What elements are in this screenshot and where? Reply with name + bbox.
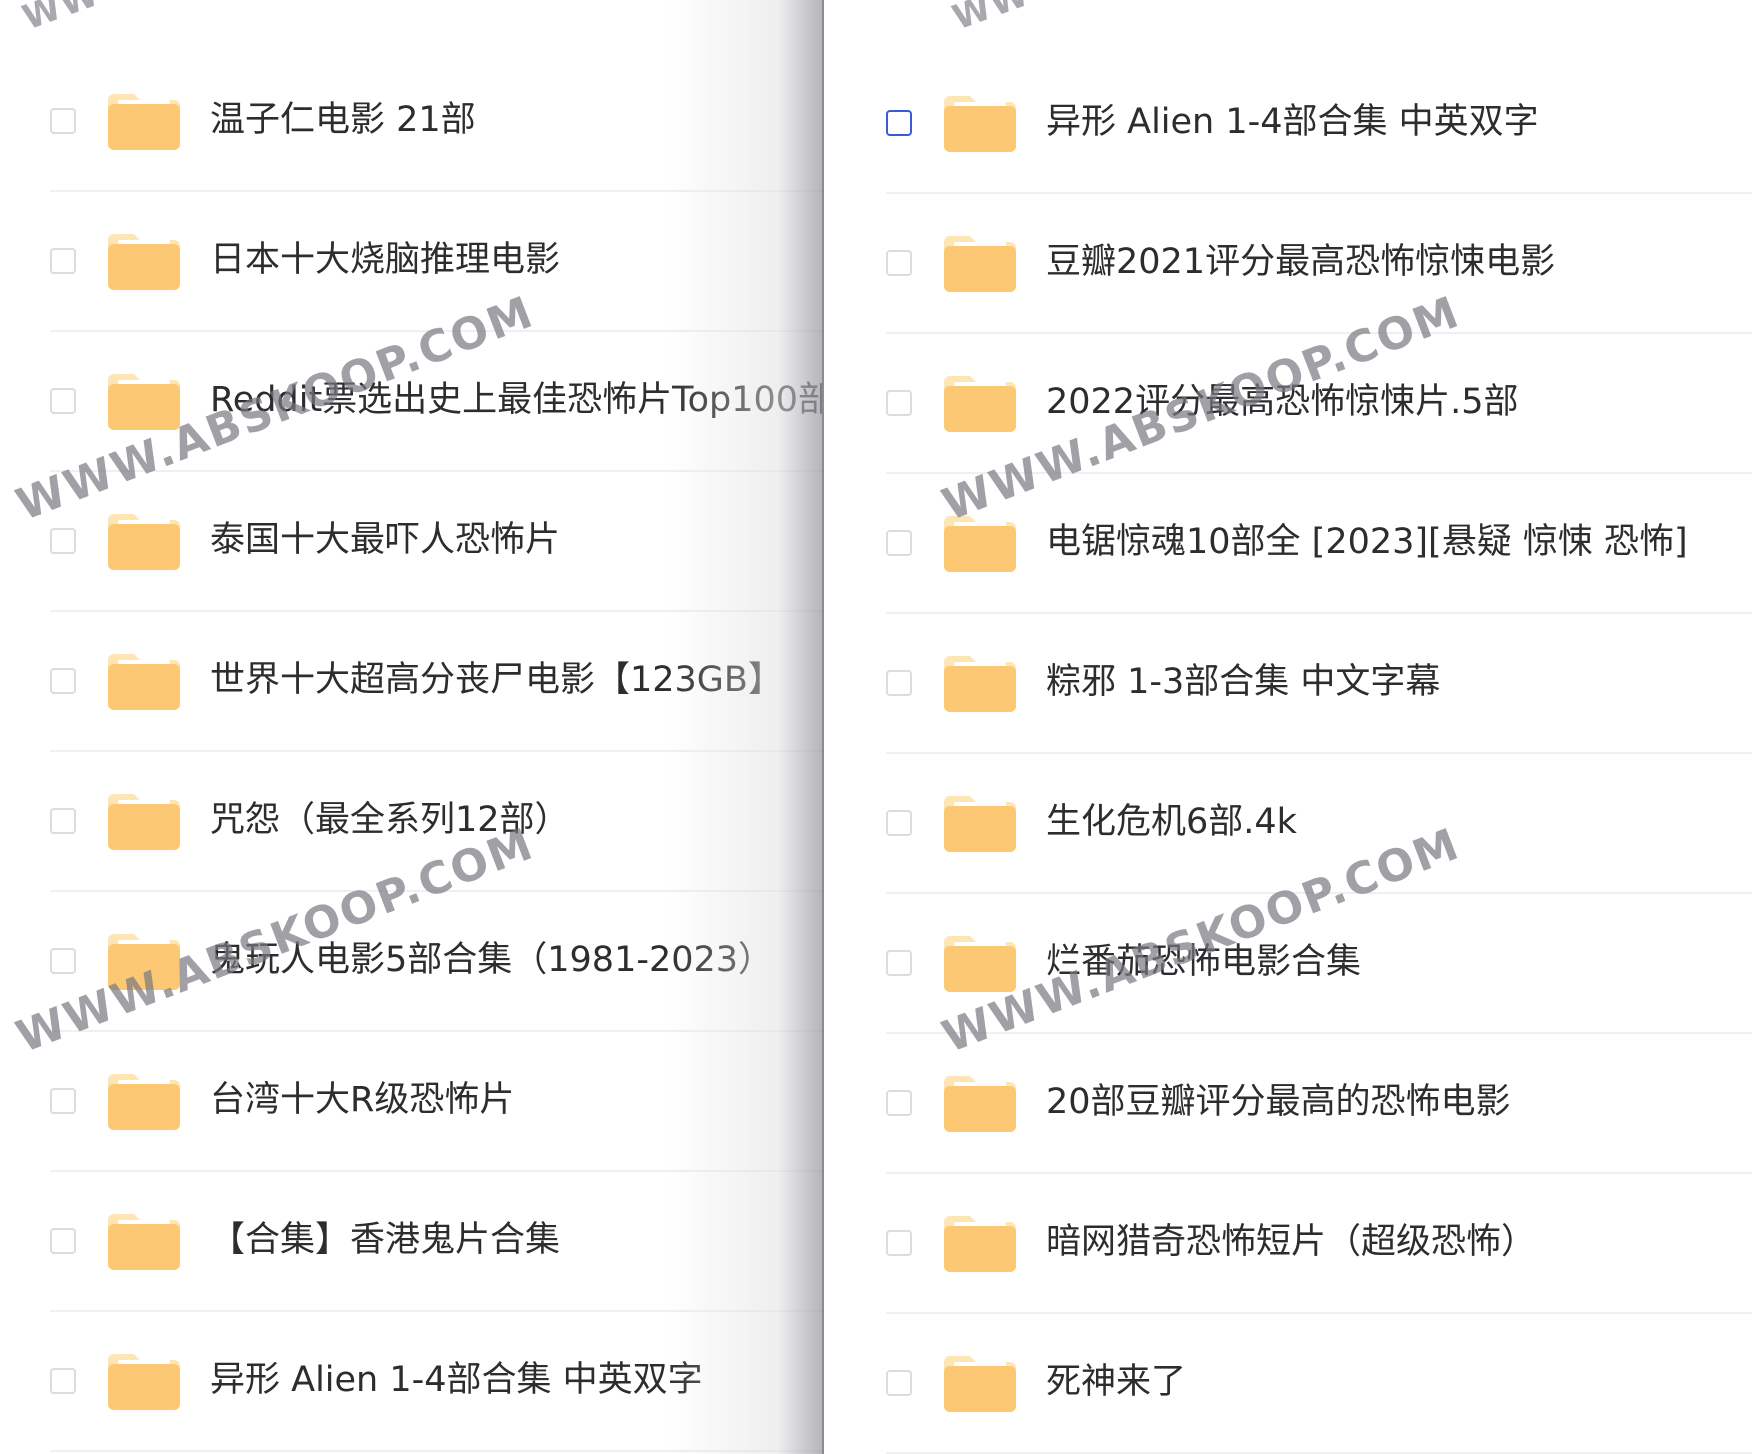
folder-name[interactable]: 烂番茄恐怖电影合集 bbox=[1046, 942, 1361, 982]
row-checkbox[interactable] bbox=[886, 390, 912, 416]
file-row[interactable]: 豆瓣2021评分最高恐怖惊悚电影 bbox=[824, 194, 1752, 334]
folder-name[interactable]: 异形 Alien 1-4部合集 中英双字 bbox=[1046, 102, 1539, 142]
row-checkbox[interactable] bbox=[50, 948, 76, 974]
row-checkbox[interactable] bbox=[50, 808, 76, 834]
folder-icon bbox=[944, 650, 1016, 714]
folder-name[interactable]: 鬼玩人电影5部合集（1981-2023） bbox=[210, 940, 773, 980]
folder-name[interactable]: 世界十大超高分丧尸电影【123GB】 bbox=[210, 660, 783, 700]
file-row[interactable]: 异形 Alien 1-4部合集 中英双字 bbox=[824, 54, 1752, 194]
row-checkbox[interactable] bbox=[886, 530, 912, 556]
folder-name[interactable]: 温子仁电影 21部 bbox=[210, 100, 476, 140]
folder-name[interactable]: 日本十大烧脑推理电影 bbox=[210, 240, 560, 280]
screenshot-stage: WW 温子仁电影 21部日本十大烧脑推理电影 Reddit票选出史上最佳恐怖片To… bbox=[0, 0, 1752, 1454]
folder-name[interactable]: 泰国十大最吓人恐怖片 bbox=[210, 520, 560, 560]
folder-icon bbox=[108, 368, 180, 432]
folder-icon bbox=[108, 1208, 180, 1272]
row-checkbox[interactable] bbox=[50, 1368, 76, 1394]
file-row[interactable]: 2022评分最高恐怖惊悚片.5部 bbox=[824, 334, 1752, 474]
folder-icon bbox=[108, 648, 180, 712]
folder-name[interactable]: 2022评分最高恐怖惊悚片.5部 bbox=[1046, 382, 1518, 422]
folder-icon bbox=[108, 928, 180, 992]
folder-icon bbox=[108, 228, 180, 292]
row-checkbox[interactable] bbox=[886, 950, 912, 976]
folder-icon bbox=[108, 788, 180, 852]
file-row[interactable]: 温子仁电影 21部 bbox=[0, 52, 826, 192]
row-checkbox[interactable] bbox=[50, 1228, 76, 1254]
folder-icon bbox=[944, 790, 1016, 854]
folder-name[interactable]: 暗网猎奇恐怖短片（超级恐怖） bbox=[1046, 1222, 1536, 1262]
folder-name[interactable]: 咒怨（最全系列12部） bbox=[210, 800, 570, 840]
folder-icon bbox=[108, 1068, 180, 1132]
folder-name[interactable]: 豆瓣2021评分最高恐怖惊悚电影 bbox=[1046, 242, 1555, 282]
row-divider bbox=[50, 1450, 826, 1452]
row-checkbox[interactable] bbox=[886, 810, 912, 836]
right-file-list: WW 异形 Alien 1-4部合集 中英双字 豆瓣2021评分最高恐怖惊悚电影 2… bbox=[824, 0, 1752, 1454]
row-checkbox[interactable] bbox=[50, 248, 76, 274]
folder-icon bbox=[108, 508, 180, 572]
file-row[interactable]: 咒怨（最全系列12部） bbox=[0, 752, 826, 892]
row-checkbox[interactable] bbox=[50, 108, 76, 134]
folder-icon bbox=[944, 90, 1016, 154]
file-row[interactable]: 死神来了 bbox=[824, 1314, 1752, 1454]
folder-name[interactable]: 台湾十大R级恐怖片 bbox=[210, 1080, 514, 1120]
folder-name[interactable]: 粽邪 1-3部合集 中文字幕 bbox=[1046, 662, 1440, 702]
row-checkbox[interactable] bbox=[50, 668, 76, 694]
folder-name[interactable]: Reddit票选出史上最佳恐怖片Top100部 bbox=[210, 380, 826, 420]
folder-name[interactable]: 电锯惊魂10部全 [2023][悬疑 惊悚 恐怖] bbox=[1046, 522, 1688, 562]
folder-icon bbox=[944, 930, 1016, 994]
row-checkbox[interactable] bbox=[886, 1090, 912, 1116]
folder-icon bbox=[944, 230, 1016, 294]
folder-name[interactable]: 异形 Alien 1-4部合集 中英双字 bbox=[210, 1360, 703, 1400]
folder-icon bbox=[944, 1210, 1016, 1274]
folder-icon bbox=[108, 88, 180, 152]
folder-name[interactable]: 生化危机6部.4k bbox=[1046, 802, 1297, 842]
folder-icon bbox=[944, 370, 1016, 434]
file-row[interactable]: 烂番茄恐怖电影合集 bbox=[824, 894, 1752, 1034]
row-checkbox[interactable] bbox=[50, 1088, 76, 1114]
file-row[interactable]: 生化危机6部.4k bbox=[824, 754, 1752, 894]
row-checkbox[interactable] bbox=[886, 670, 912, 696]
file-row[interactable]: 日本十大烧脑推理电影 bbox=[0, 192, 826, 332]
left-file-list: WW 温子仁电影 21部日本十大烧脑推理电影 Reddit票选出史上最佳恐怖片To… bbox=[0, 0, 826, 1454]
folder-icon bbox=[108, 1348, 180, 1412]
watermark-fragment: WW bbox=[17, 0, 106, 39]
file-row[interactable]: 异形 Alien 1-4部合集 中英双字 bbox=[0, 1312, 826, 1452]
row-checkbox[interactable] bbox=[50, 388, 76, 414]
file-row[interactable]: 电锯惊魂10部全 [2023][悬疑 惊悚 恐怖] bbox=[824, 474, 1752, 614]
folder-icon bbox=[944, 1350, 1016, 1414]
watermark-fragment: WW bbox=[947, 0, 1036, 39]
folder-icon bbox=[944, 1070, 1016, 1134]
file-row[interactable]: 粽邪 1-3部合集 中文字幕 bbox=[824, 614, 1752, 754]
row-checkbox[interactable] bbox=[886, 110, 912, 136]
file-row[interactable]: 泰国十大最吓人恐怖片 bbox=[0, 472, 826, 612]
row-checkbox[interactable] bbox=[886, 250, 912, 276]
file-row[interactable]: Reddit票选出史上最佳恐怖片Top100部 bbox=[0, 332, 826, 472]
file-row[interactable]: 台湾十大R级恐怖片 bbox=[0, 1032, 826, 1172]
file-row[interactable]: 鬼玩人电影5部合集（1981-2023） bbox=[0, 892, 826, 1032]
row-checkbox[interactable] bbox=[50, 528, 76, 554]
row-checkbox[interactable] bbox=[886, 1230, 912, 1256]
file-row[interactable]: 世界十大超高分丧尸电影【123GB】 bbox=[0, 612, 826, 752]
folder-icon bbox=[944, 510, 1016, 574]
folder-name[interactable]: 20部豆瓣评分最高的恐怖电影 bbox=[1046, 1082, 1511, 1122]
folder-name[interactable]: 【合集】香港鬼片合集 bbox=[210, 1220, 560, 1260]
file-row[interactable]: 【合集】香港鬼片合集 bbox=[0, 1172, 826, 1312]
folder-name[interactable]: 死神来了 bbox=[1046, 1362, 1186, 1402]
file-row[interactable]: 20部豆瓣评分最高的恐怖电影 bbox=[824, 1034, 1752, 1174]
row-checkbox[interactable] bbox=[886, 1370, 912, 1396]
file-row[interactable]: 暗网猎奇恐怖短片（超级恐怖） bbox=[824, 1174, 1752, 1314]
